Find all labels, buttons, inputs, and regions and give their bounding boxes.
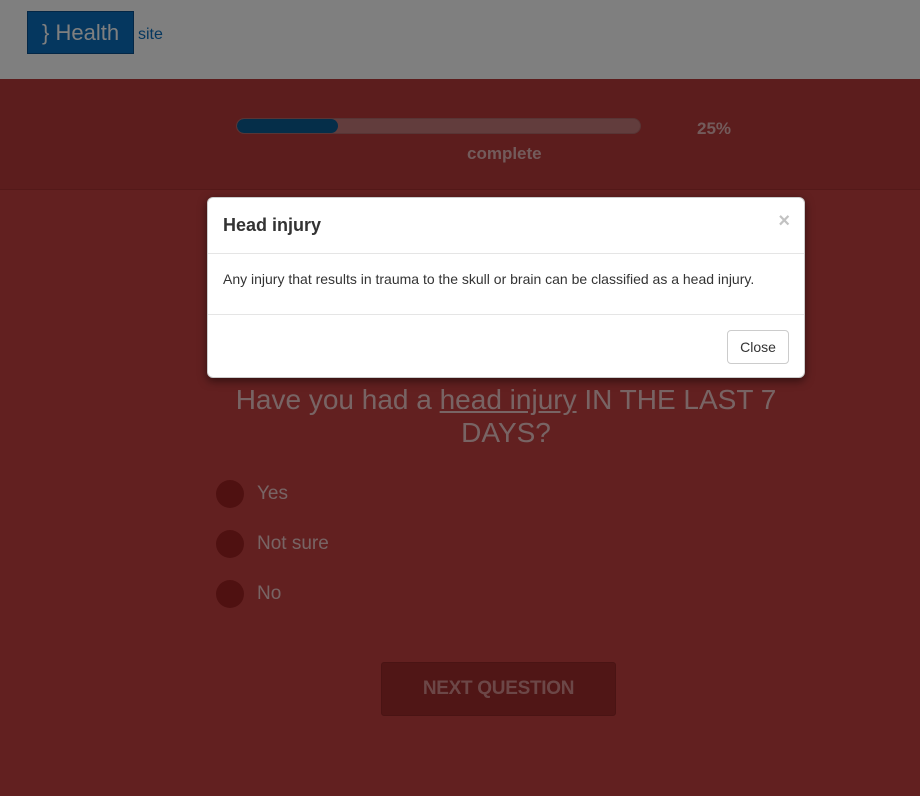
modal-title: Head injury: [223, 215, 322, 235]
modal-backdrop[interactable]: [0, 0, 920, 796]
modal-body: Any injury that results in trauma to the…: [208, 254, 804, 315]
close-button[interactable]: Close: [727, 330, 789, 364]
definition-modal: Head injury × Any injury that results in…: [207, 197, 805, 378]
close-icon[interactable]: ×: [778, 210, 790, 233]
modal-header: Head injury ×: [208, 198, 804, 254]
modal-footer: Close: [208, 315, 804, 377]
